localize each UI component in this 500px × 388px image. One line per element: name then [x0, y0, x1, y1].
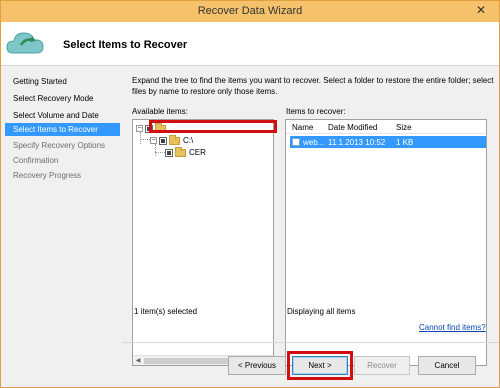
- redacted-highlight-box: [149, 120, 277, 133]
- close-window-button[interactable]: ✕: [463, 1, 499, 21]
- window-title: Recover Data Wizard: [197, 5, 303, 17]
- tree-connector: [140, 139, 150, 140]
- recover-button: Recover: [354, 356, 410, 375]
- list-item-size: 1 KB: [396, 138, 414, 147]
- drive-icon: [169, 134, 180, 145]
- file-icon: [292, 138, 300, 146]
- selected-count-status: 1 item(s) selected: [134, 307, 198, 316]
- title-bar[interactable]: Recover Data Wizard ✕: [1, 1, 499, 22]
- tree-node-drive-c[interactable]: − C:\: [150, 134, 194, 146]
- column-header-size[interactable]: Size: [396, 123, 412, 132]
- previous-button[interactable]: < Previous: [228, 356, 286, 375]
- tree-connector: [155, 152, 165, 153]
- tree-node-cer[interactable]: CER: [165, 146, 206, 158]
- nav-step-confirmation: Confirmation: [13, 156, 59, 165]
- nav-step-select-recovery-mode[interactable]: Select Recovery Mode: [5, 92, 120, 105]
- list-column-headers: Name Date Modified Size: [286, 120, 486, 134]
- wizard-header: Select Items to Recover: [1, 22, 499, 66]
- tree-node-cer-label: CER: [189, 148, 206, 157]
- recover-data-wizard-window: Recover Data Wizard ✕ Select Items to Re…: [0, 0, 500, 388]
- next-highlight-box: [287, 351, 353, 380]
- collapse-icon[interactable]: −: [136, 125, 143, 132]
- tree-node-drive-c-checkbox[interactable]: [159, 136, 167, 145]
- nav-step-getting-started[interactable]: Getting Started: [5, 75, 120, 88]
- tree-node-cer-checkbox[interactable]: [165, 148, 173, 157]
- folder-icon: [175, 146, 186, 157]
- cancel-button[interactable]: Cancel: [418, 356, 476, 375]
- display-status: Displaying all items: [287, 307, 356, 316]
- column-header-date-modified[interactable]: Date Modified: [328, 123, 377, 132]
- footer-divider: [122, 342, 499, 343]
- items-to-recover-label: Items to recover:: [286, 107, 346, 116]
- wizard-steps-nav: Getting Started Select Recovery Mode Sel…: [1, 67, 122, 387]
- available-items-label: Available items:: [132, 107, 188, 116]
- nav-step-select-items-to-recover[interactable]: Select Items to Recover: [5, 123, 120, 136]
- list-item-date: 11.1.2013 10:52: [328, 138, 386, 147]
- page-title: Select Items to Recover: [63, 39, 188, 51]
- instructions-text: Expand the tree to find the items you wa…: [132, 76, 494, 96]
- wizard-content: Expand the tree to find the items you wa…: [122, 67, 499, 387]
- list-item[interactable]: web... 11.1.2013 10:52 1 KB: [290, 136, 486, 148]
- scroll-left-icon[interactable]: ◀: [133, 356, 143, 366]
- list-item-name: web...: [303, 138, 325, 147]
- collapse-icon[interactable]: −: [150, 137, 157, 144]
- nav-step-specify-recovery-options: Specify Recovery Options: [13, 141, 106, 150]
- cannot-find-items-link[interactable]: Cannot find items?: [419, 323, 486, 332]
- nav-step-select-volume-and-date[interactable]: Select Volume and Date: [5, 109, 120, 122]
- column-header-name[interactable]: Name: [292, 123, 313, 132]
- tree-node-drive-c-label: C:\: [183, 136, 194, 145]
- cloud-recover-icon: [6, 32, 44, 54]
- nav-step-recovery-progress: Recovery Progress: [13, 171, 82, 180]
- available-items-tree[interactable]: − − C:\ CER ◀ ▶: [132, 119, 274, 366]
